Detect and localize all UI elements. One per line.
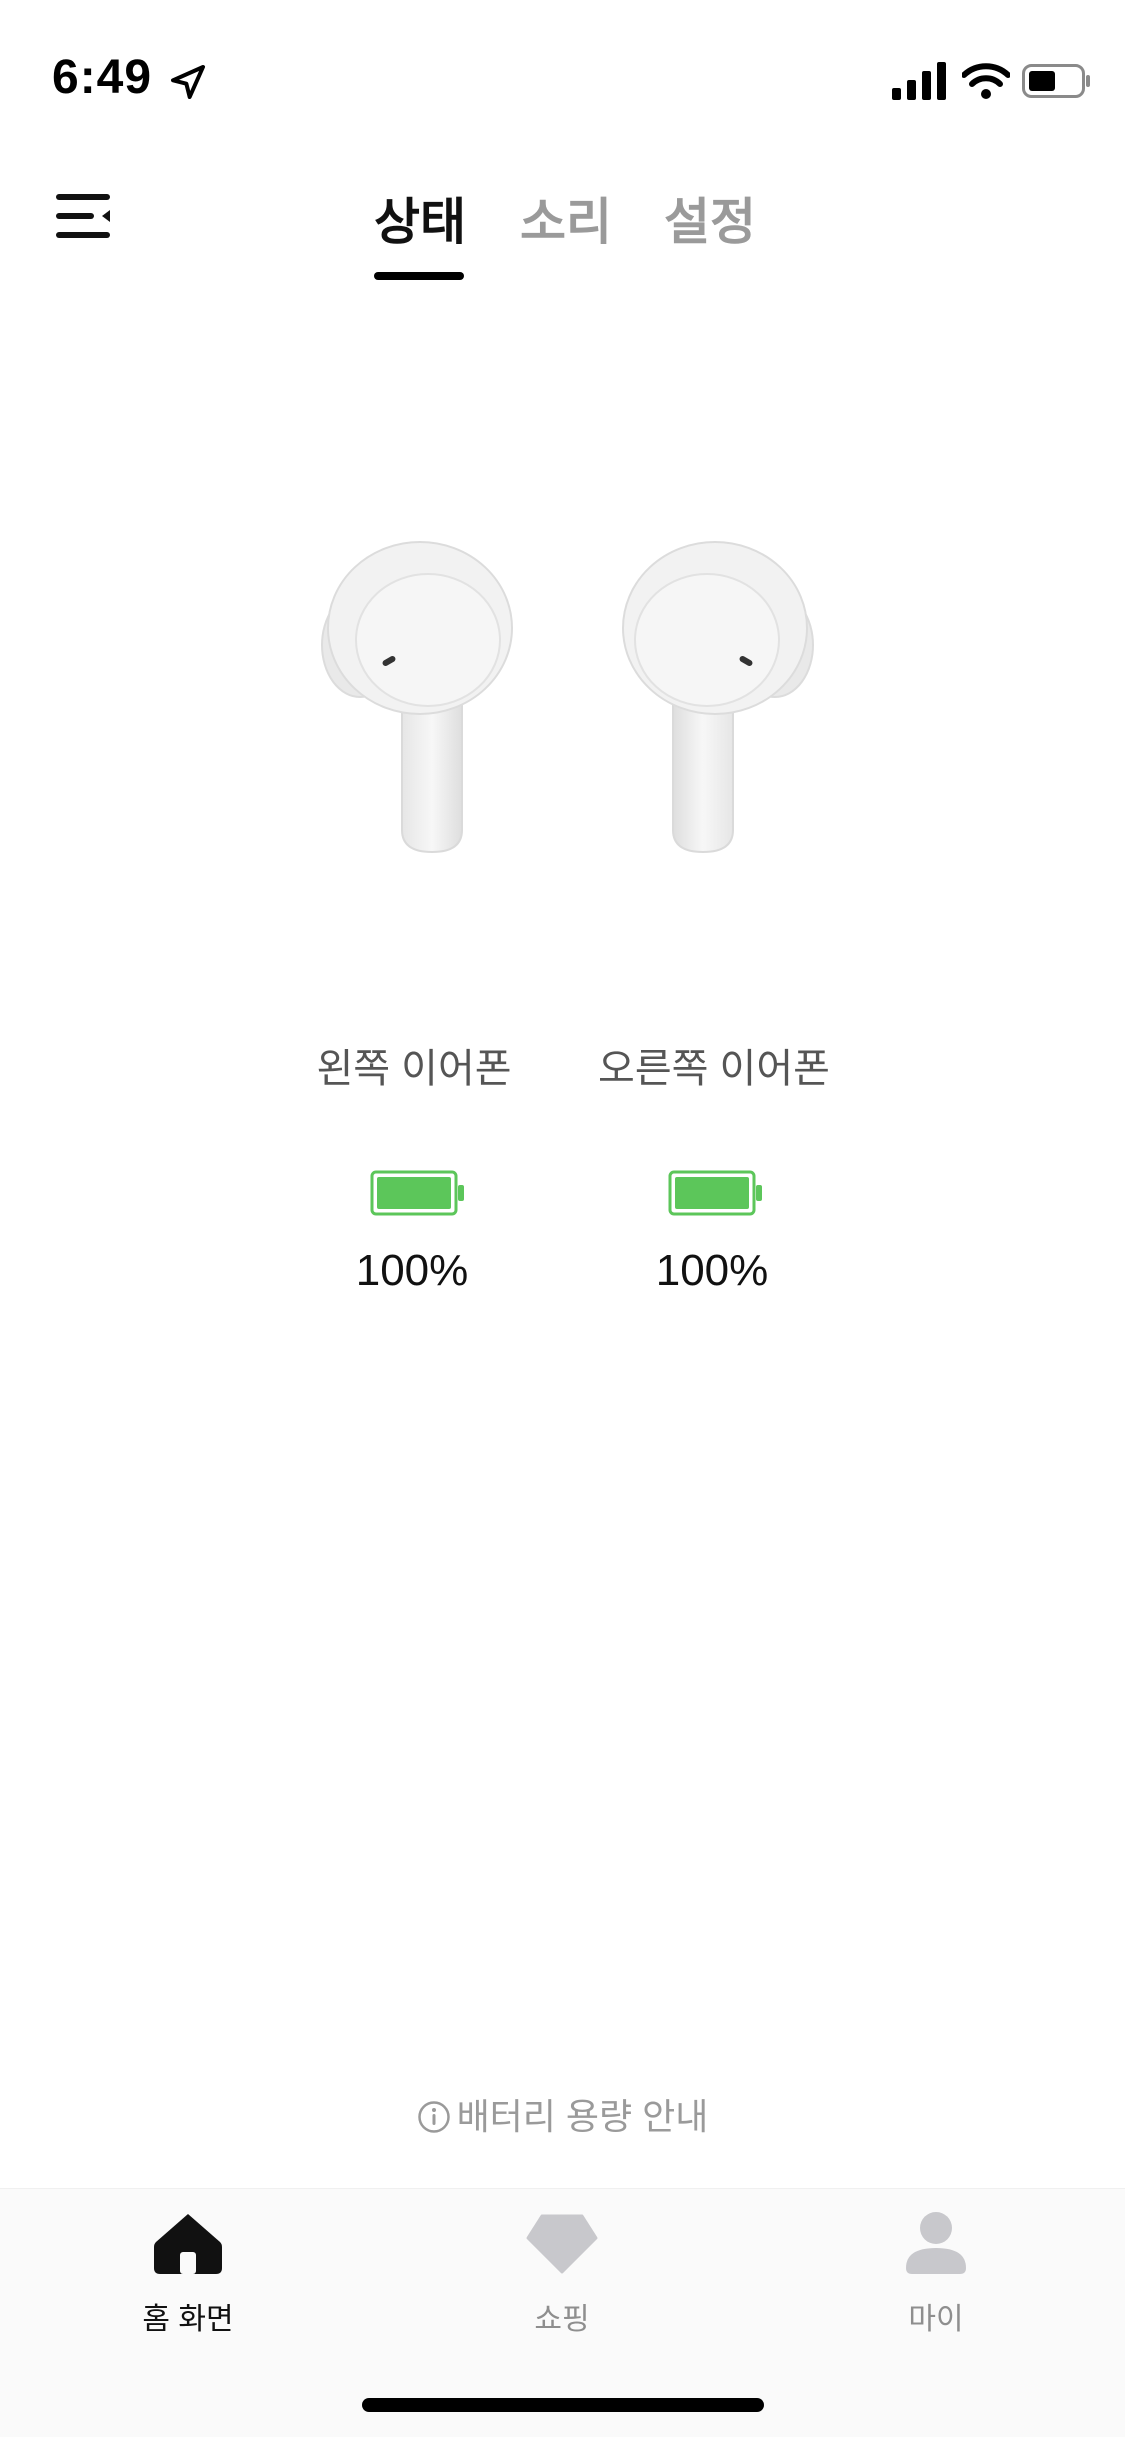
right-earbud-image	[622, 541, 814, 854]
left-earbud-battery-icon	[370, 1170, 464, 1216]
wifi-icon	[962, 63, 1010, 99]
left-earbud-label: 왼쪽 이어폰	[316, 1047, 512, 1091]
cellular-signal-icon	[892, 62, 946, 100]
active-tab-indicator	[374, 272, 464, 280]
info-circle-icon	[417, 2101, 450, 2133]
nav-my[interactable]: 마이	[826, 2210, 1046, 2338]
nav-shopping[interactable]: 쇼핑	[452, 2210, 672, 2338]
nav-my-label: 마이	[908, 2303, 964, 2336]
person-icon	[906, 2212, 966, 2274]
status-time: 6:49	[52, 51, 153, 104]
tab-settings[interactable]: 설정	[664, 182, 756, 254]
left-earbud-image	[321, 541, 513, 854]
right-earbud-label: 오른쪽 이어폰	[598, 1047, 830, 1091]
right-earbud-battery-icon	[668, 1170, 762, 1216]
diamond-icon	[526, 2214, 598, 2274]
menu-icon[interactable]	[56, 192, 114, 240]
home-indicator	[362, 2398, 764, 2412]
battery-info-link[interactable]: 배터리 용량 안내	[0, 2088, 1125, 2140]
left-earbud-battery-percent: 100%	[355, 1246, 469, 1295]
battery-info-label: 배터리 용량 안내	[456, 2096, 709, 2137]
nav-home-label: 홈 화면	[142, 2303, 234, 2336]
nav-home[interactable]: 홈 화면	[78, 2210, 298, 2338]
tab-status[interactable]: 상태	[374, 182, 466, 254]
home-icon	[154, 2214, 222, 2274]
battery-icon	[1022, 64, 1090, 98]
right-earbud-battery-percent: 100%	[655, 1246, 769, 1295]
tab-sound[interactable]: 소리	[520, 182, 612, 254]
location-arrow-icon	[171, 65, 205, 99]
nav-shopping-label: 쇼핑	[534, 2303, 590, 2336]
